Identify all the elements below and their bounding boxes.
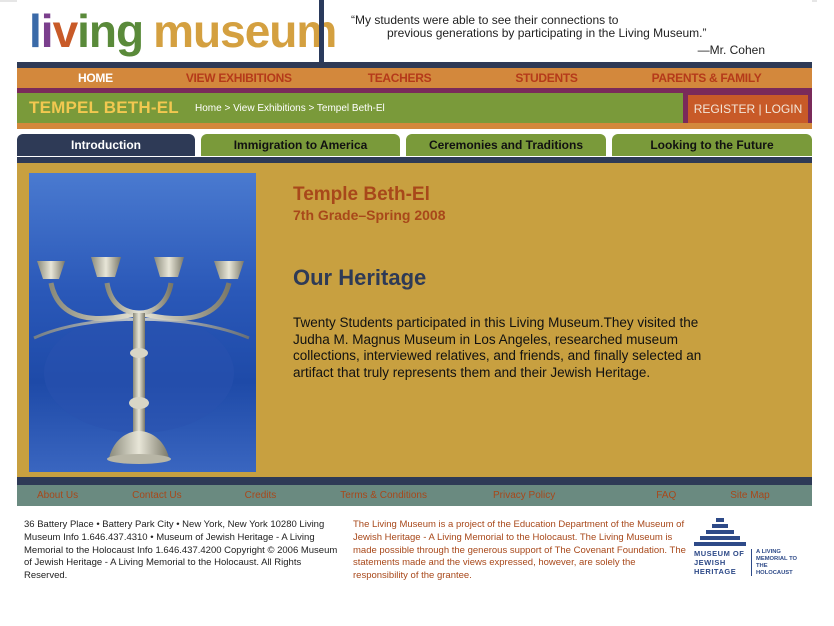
footer-link-about[interactable]: About Us — [37, 490, 78, 501]
login-box: REGISTER | LOGIN — [683, 93, 812, 123]
footer-link-contact[interactable]: Contact Us — [132, 490, 181, 501]
footer-link-credits[interactable]: Credits — [245, 490, 277, 501]
nav-parents-family[interactable]: PARENTS & FAMILY — [652, 71, 762, 85]
content-panel: Temple Beth-El 7th Grade–Spring 2008 Our… — [17, 163, 812, 477]
content-bottom-strip — [17, 477, 812, 485]
mjh-logo-icon — [694, 516, 746, 548]
header: living museum “My students were able to … — [17, 0, 812, 62]
footer: 36 Battery Place • Battery Park City • N… — [17, 506, 812, 606]
breadcrumb[interactable]: Home > View Exhibitions > Tempel Beth-El — [195, 103, 385, 114]
footer-project-note: The Living Museum is a project of the Ed… — [353, 519, 686, 582]
footer-link-privacy[interactable]: Privacy Policy — [493, 490, 555, 501]
nav-students[interactable]: STUDENTS — [515, 71, 578, 85]
quote-line-2: previous generations by participating in… — [387, 26, 707, 40]
footer-address: 36 Battery Place • Battery Park City • N… — [24, 519, 338, 582]
footer-link-faq[interactable]: FAQ — [656, 490, 676, 501]
page: living museum “My students were able to … — [17, 0, 812, 606]
register-login-label[interactable]: REGISTER | LOGIN — [694, 102, 802, 116]
tab-ceremonies[interactable]: Ceremonies and Traditions — [406, 134, 606, 156]
mjh-name: MUSEUM OF JEWISH HERITAGE — [694, 549, 745, 576]
quote-author: —Mr. Cohen — [697, 43, 765, 57]
content-heading: Our Heritage — [293, 265, 427, 290]
nav-home[interactable]: HOME — [78, 71, 113, 85]
logo-word-living: living — [29, 5, 144, 57]
content-body: Twenty Students participated in this Liv… — [293, 315, 702, 380]
tab-future[interactable]: Looking to the Future — [612, 134, 812, 156]
content-tabs: Introduction Immigration to America Cere… — [17, 129, 812, 157]
section-bar: TEMPEL BETH-EL Home > View Exhibitions >… — [17, 93, 812, 123]
candelabra-photo — [29, 173, 256, 472]
mjh-logo[interactable]: MUSEUM OF JEWISH HERITAGE A LIVING MEMOR… — [694, 516, 806, 578]
living-museum-logo[interactable]: living museum — [29, 2, 337, 60]
section-title: TEMPEL BETH-EL — [29, 98, 179, 117]
mjh-separator — [751, 549, 752, 576]
content-title: Temple Beth-El — [293, 184, 430, 205]
logo-word-museum: museum — [153, 5, 337, 57]
nav-view-exhibitions[interactable]: VIEW EXHIBITIONS — [186, 71, 292, 85]
main-nav: HOME VIEW EXHIBITIONS TEACHERS STUDENTS … — [17, 68, 812, 88]
content-subtitle: 7th Grade–Spring 2008 — [293, 207, 446, 223]
header-divider — [319, 0, 324, 62]
tab-introduction[interactable]: Introduction — [17, 134, 195, 156]
nav-teachers[interactable]: TEACHERS — [368, 71, 432, 85]
footer-link-terms[interactable]: Terms & Conditions — [340, 490, 427, 501]
register-login-link[interactable]: REGISTER | LOGIN — [688, 95, 808, 123]
footer-link-sitemap[interactable]: Site Map — [730, 490, 769, 501]
footer-nav: About Us Contact Us Credits Terms & Cond… — [17, 485, 812, 506]
tab-immigration[interactable]: Immigration to America — [201, 134, 400, 156]
candelabra-image — [33, 257, 250, 464]
mjh-tagline: A LIVING MEMORIAL TO THE HOLOCAUST — [756, 549, 798, 576]
header-quote: “My students were able to see their conn… — [351, 14, 771, 57]
